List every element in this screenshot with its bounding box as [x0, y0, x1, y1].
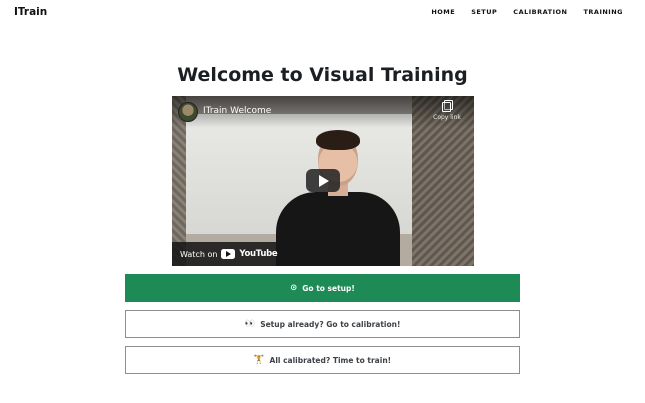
video-title[interactable]: ITrain Welcome	[203, 106, 271, 116]
youtube-wordmark: YouTube	[239, 249, 278, 259]
brand-logo[interactable]: ITrain	[14, 6, 47, 18]
copy-link-button[interactable]: Copy link	[430, 100, 464, 121]
nav-setup[interactable]: SETUP	[471, 8, 497, 16]
play-button[interactable]	[306, 169, 340, 192]
eyes-icon: 👀	[244, 318, 256, 329]
video-frame-person-hair	[316, 130, 360, 150]
go-to-setup-button[interactable]: ⊙ Go to setup!	[125, 274, 520, 302]
video-frame-person-body	[276, 192, 400, 266]
nav-links: HOME SETUP CALIBRATION TRAINING	[431, 8, 623, 16]
video-player[interactable]: ITrain Welcome Copy link Watch on YouTub…	[172, 96, 474, 266]
go-to-calibration-button[interactable]: 👀 Setup already? Go to calibration!	[125, 310, 520, 338]
target-icon: ⊙	[290, 282, 298, 293]
copy-link-label: Copy link	[433, 114, 461, 121]
weightlifter-icon: 🏋	[253, 354, 265, 365]
go-to-calibration-label: Setup already? Go to calibration!	[260, 319, 401, 329]
youtube-icon	[221, 249, 236, 259]
watch-on-label: Watch on	[180, 249, 218, 259]
channel-avatar[interactable]	[178, 102, 198, 122]
navbar: ITrain HOME SETUP CALIBRATION TRAINING	[0, 0, 645, 26]
nav-training[interactable]: TRAINING	[583, 8, 623, 16]
go-to-training-label: All calibrated? Time to train!	[269, 355, 392, 365]
watch-on-youtube-button[interactable]: Watch on YouTube	[172, 242, 286, 266]
nav-home[interactable]: HOME	[431, 8, 455, 16]
go-to-setup-label: Go to setup!	[302, 283, 355, 293]
page-title: Welcome to Visual Training	[177, 64, 468, 86]
copy-icon	[442, 100, 453, 112]
nav-calibration[interactable]: CALIBRATION	[513, 8, 567, 16]
go-to-training-button[interactable]: 🏋 All calibrated? Time to train!	[125, 346, 520, 374]
